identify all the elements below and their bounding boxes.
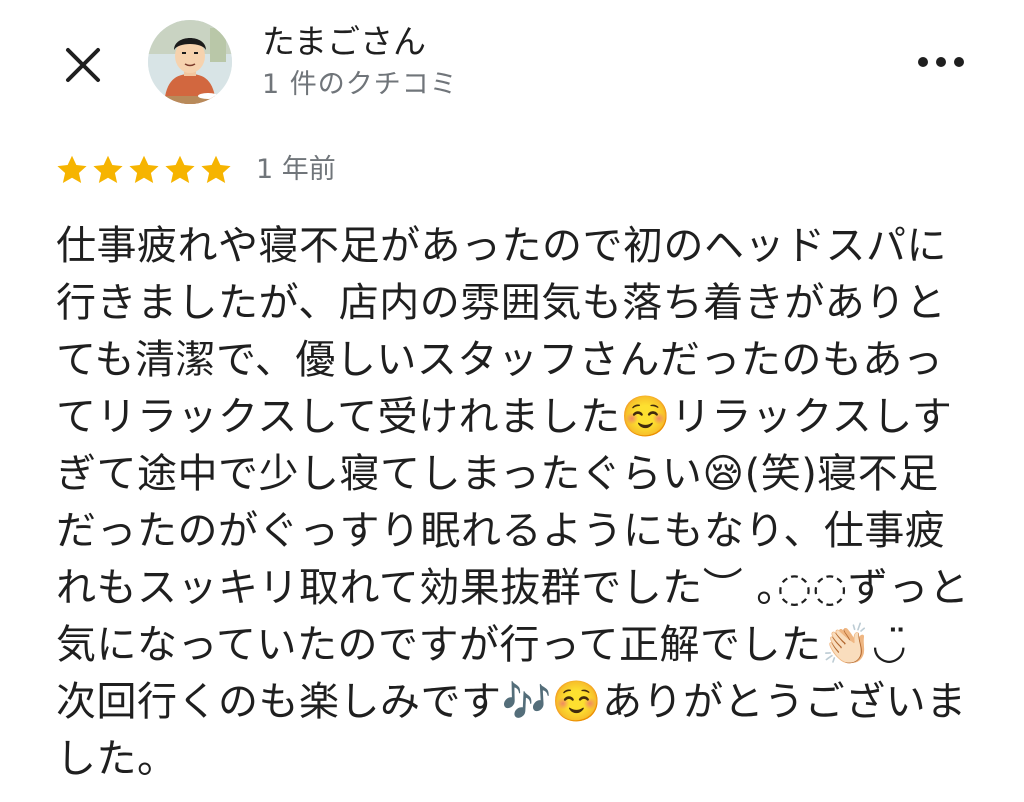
review-text: 仕事疲れや寝不足があったので初のヘッドスパに行きましたが、店内の雰囲気も落ち着き…: [56, 223, 970, 782]
close-button[interactable]: [58, 40, 108, 90]
avatar-image: [148, 20, 232, 104]
reviewer-name[interactable]: たまごさん: [262, 22, 426, 62]
star-icon: [57, 155, 87, 184]
reviewer-avatar[interactable]: [148, 20, 232, 104]
star-icon: [201, 155, 231, 184]
star-rating: [54, 152, 234, 188]
review-date: 1 年前: [256, 154, 336, 185]
star-icon: [129, 155, 159, 184]
close-icon: [66, 48, 100, 82]
review-header: たまごさん 1 件のクチコミ: [0, 0, 1024, 130]
star-icon: [93, 155, 123, 184]
more-horizontal-icon: [918, 57, 964, 67]
star-icon: [165, 155, 195, 184]
review-count[interactable]: 1 件のクチコミ: [262, 68, 458, 102]
more-options-button[interactable]: [914, 50, 968, 74]
rating-row: 1 年前: [54, 150, 336, 190]
